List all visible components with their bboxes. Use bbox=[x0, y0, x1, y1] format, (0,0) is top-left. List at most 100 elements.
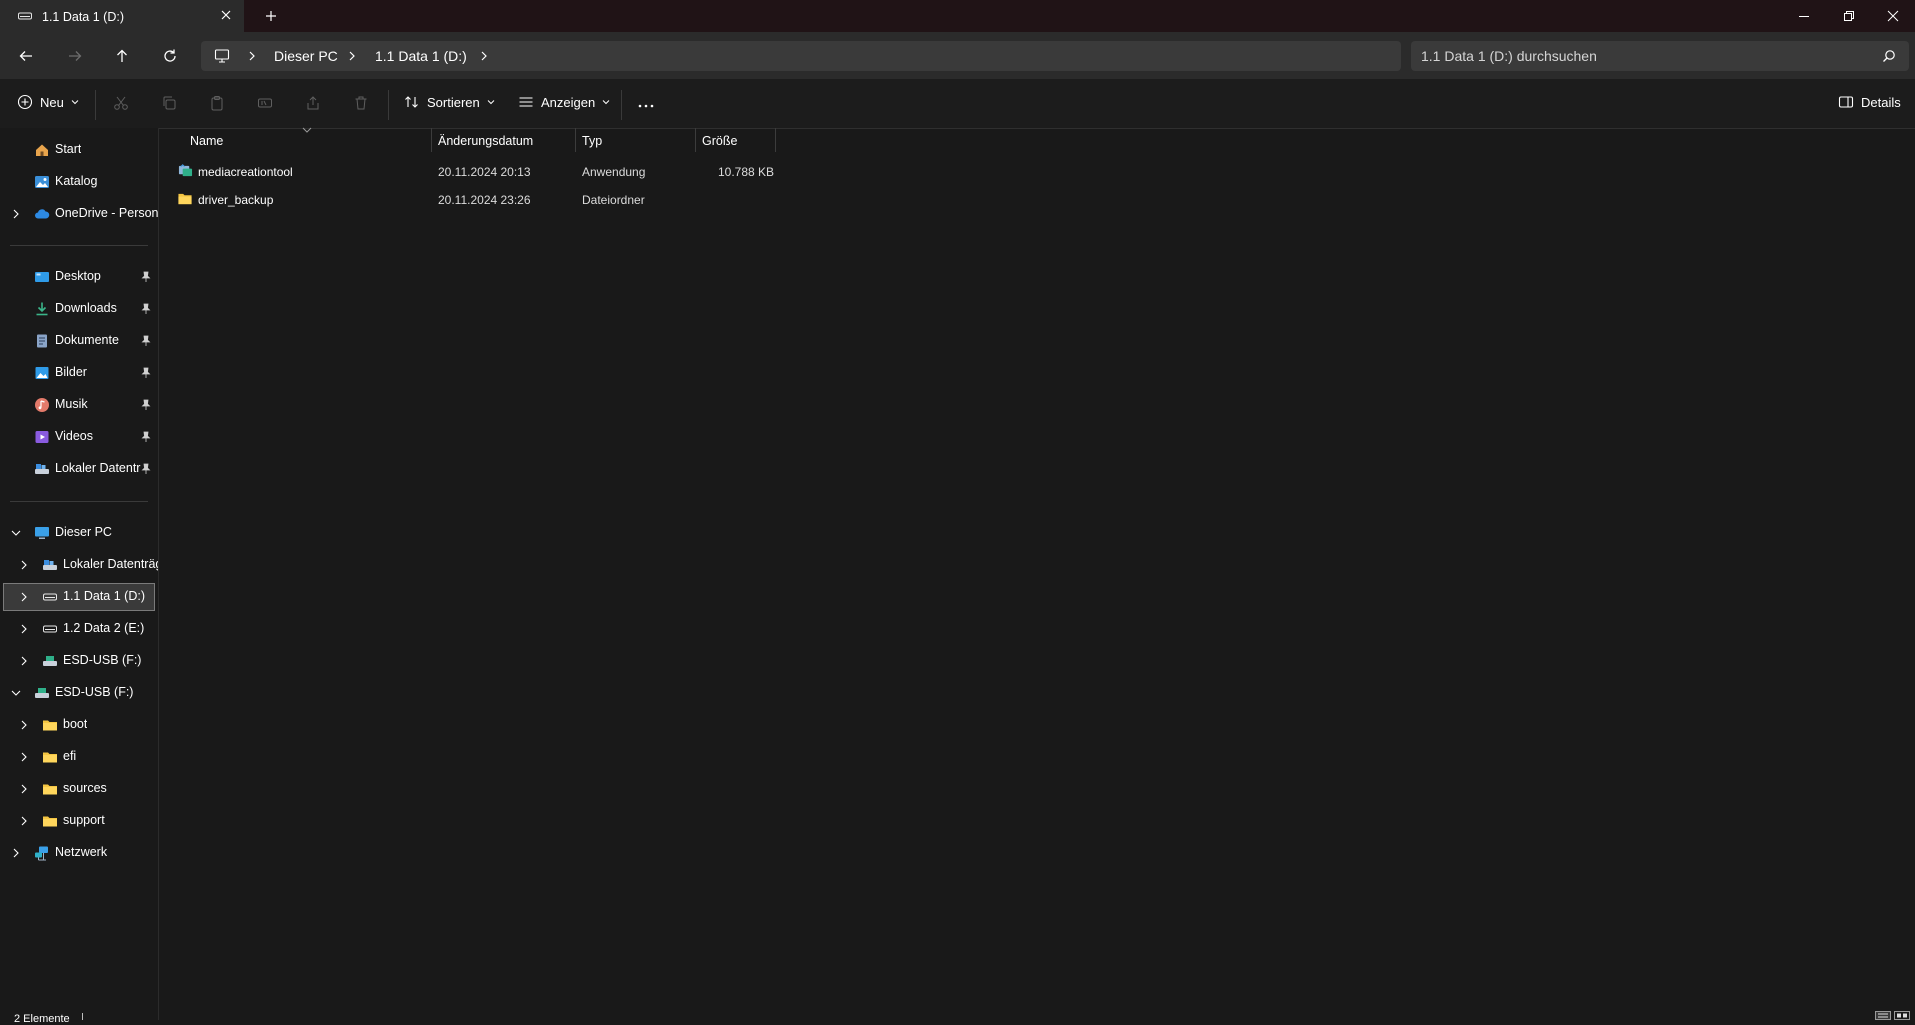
sidebar-item-local-drive-c[interactable]: Lokaler Datenträg bbox=[0, 553, 158, 577]
column-header-date[interactable]: Änderungsdatum bbox=[438, 134, 533, 148]
back-button[interactable] bbox=[14, 44, 38, 68]
document-icon bbox=[37, 334, 47, 348]
file-name[interactable]: driver_backup bbox=[198, 193, 273, 207]
sidebar-item-label: Musik bbox=[55, 397, 88, 411]
sidebar-divider bbox=[10, 501, 148, 502]
sidebar-item-katalog[interactable]: Katalog bbox=[0, 170, 158, 194]
copy-icon[interactable] bbox=[161, 95, 177, 111]
sidebar-item-label: ESD-USB (F:) bbox=[55, 685, 134, 699]
sort-indicator-icon bbox=[302, 127, 312, 133]
sidebar-item-label: Dokumente bbox=[55, 333, 119, 347]
column-header-type[interactable]: Typ bbox=[582, 134, 602, 148]
sidebar-item-label: Bilder bbox=[55, 365, 87, 379]
share-icon[interactable] bbox=[305, 95, 321, 111]
column-divider[interactable] bbox=[431, 128, 432, 152]
cut-icon[interactable] bbox=[113, 95, 129, 111]
column-divider[interactable] bbox=[695, 128, 696, 152]
up-button[interactable] bbox=[110, 44, 134, 68]
chevron-right-icon bbox=[249, 51, 255, 61]
paste-icon[interactable] bbox=[209, 95, 225, 111]
sidebar-item-label: Katalog bbox=[55, 174, 98, 188]
folder-icon bbox=[43, 752, 57, 763]
sidebar-item-dokumente[interactable]: Dokumente bbox=[0, 329, 158, 353]
network-icon bbox=[35, 846, 48, 861]
sidebar-item-efi[interactable]: efi bbox=[0, 745, 158, 769]
chevron-right-icon[interactable] bbox=[19, 560, 29, 570]
new-button[interactable]: Neu bbox=[17, 94, 79, 110]
sidebar-item-sources[interactable]: sources bbox=[0, 777, 158, 801]
forward-button[interactable] bbox=[63, 44, 87, 68]
pin-icon bbox=[141, 271, 151, 282]
sidebar-item-desktop[interactable]: Desktop bbox=[0, 265, 158, 289]
sidebar-item-onedrive[interactable]: OneDrive - Persona bbox=[0, 202, 158, 226]
tiles-view-icon[interactable] bbox=[1894, 1011, 1910, 1020]
chevron-right-icon[interactable] bbox=[11, 848, 21, 858]
rename-icon[interactable] bbox=[257, 95, 273, 111]
drive-icon bbox=[43, 593, 57, 601]
sidebar-divider bbox=[10, 245, 148, 246]
pin-icon bbox=[141, 431, 151, 442]
close-tab-icon[interactable] bbox=[218, 7, 234, 23]
chevron-right-icon[interactable] bbox=[19, 624, 29, 634]
minimize-button[interactable] bbox=[1781, 0, 1827, 32]
sidebar-item-musik[interactable]: Musik bbox=[0, 393, 158, 417]
toolbar-divider bbox=[95, 90, 96, 120]
command-bar bbox=[0, 79, 1915, 129]
delete-icon[interactable] bbox=[353, 95, 369, 111]
close-window-button[interactable] bbox=[1870, 0, 1915, 32]
view-label: Anzeigen bbox=[541, 94, 596, 110]
chevron-right-icon[interactable] bbox=[19, 720, 29, 730]
chevron-right-icon[interactable] bbox=[19, 752, 29, 762]
home-icon bbox=[36, 144, 48, 156]
close-icon bbox=[1887, 10, 1899, 22]
sidebar-item-label: boot bbox=[63, 717, 88, 731]
sidebar-item-dieser-pc[interactable]: Dieser PC bbox=[0, 521, 158, 545]
refresh-button[interactable] bbox=[158, 44, 182, 68]
local-drive-icon bbox=[43, 560, 57, 570]
breadcrumb-item-dieser-pc[interactable]: Dieser PC bbox=[274, 48, 338, 64]
pictures-icon bbox=[35, 367, 49, 379]
search-input[interactable]: 1.1 Data 1 (D:) durchsuchen bbox=[1421, 48, 1597, 64]
column-divider[interactable] bbox=[775, 128, 776, 152]
chevron-down-icon[interactable] bbox=[11, 528, 21, 538]
column-header-name[interactable]: Name bbox=[190, 134, 223, 148]
sidebar-item-start[interactable]: Start bbox=[0, 138, 158, 162]
sidebar-item-boot[interactable]: boot bbox=[0, 713, 158, 737]
sidebar-item-label: Desktop bbox=[55, 269, 101, 283]
sort-button[interactable]: Sortieren bbox=[404, 94, 495, 110]
view-list-icon bbox=[519, 97, 533, 107]
sidebar-item-netzwerk[interactable]: Netzwerk bbox=[0, 841, 158, 865]
sidebar-item-downloads[interactable]: Downloads bbox=[0, 297, 158, 321]
title-bar bbox=[0, 0, 1915, 32]
sidebar-item-usb-f[interactable]: ESD-USB (F:) bbox=[0, 681, 158, 705]
chevron-right-icon[interactable] bbox=[19, 784, 29, 794]
breadcrumb-item-drive-d[interactable]: 1.1 Data 1 (D:) bbox=[375, 48, 467, 64]
sidebar-item-label: Lokaler Datenträ bbox=[55, 461, 141, 475]
column-divider[interactable] bbox=[575, 128, 576, 152]
more-options-icon[interactable] bbox=[637, 97, 655, 115]
sidebar-item-bilder[interactable]: Bilder bbox=[0, 361, 158, 385]
sidebar-item-drive-d[interactable]: 1.1 Data 1 (D:) bbox=[0, 585, 158, 609]
view-button[interactable]: Anzeigen bbox=[518, 94, 610, 110]
chevron-right-icon[interactable] bbox=[19, 816, 29, 826]
details-button[interactable]: Details bbox=[1838, 94, 1901, 110]
file-name[interactable]: mediacreationtool bbox=[198, 165, 293, 179]
search-icon[interactable] bbox=[1882, 49, 1896, 63]
chevron-down-icon[interactable] bbox=[11, 688, 21, 698]
sidebar-item-drive-e[interactable]: 1.2 Data 2 (E:) bbox=[0, 617, 158, 641]
tab-active[interactable]: 1.1 Data 1 (D:) bbox=[0, 0, 244, 32]
details-view-icon[interactable] bbox=[1875, 1011, 1891, 1020]
new-tab-icon[interactable] bbox=[263, 8, 279, 24]
chevron-right-icon[interactable] bbox=[19, 656, 29, 666]
sidebar-item-support[interactable]: support bbox=[0, 809, 158, 833]
sidebar-item-label: Downloads bbox=[55, 301, 117, 315]
chevron-right-icon[interactable] bbox=[11, 209, 21, 219]
sidebar-item-lokaler-datentraeger[interactable]: Lokaler Datenträ bbox=[0, 457, 158, 481]
sidebar-item-usb-f-child[interactable]: ESD-USB (F:) bbox=[0, 649, 158, 673]
pin-icon bbox=[141, 463, 151, 474]
arrow-right-icon bbox=[69, 51, 82, 61]
column-header-size[interactable]: Größe bbox=[702, 134, 737, 148]
restore-button[interactable] bbox=[1826, 0, 1872, 32]
chevron-right-icon[interactable] bbox=[19, 592, 29, 602]
sidebar-item-videos[interactable]: Videos bbox=[0, 425, 158, 449]
